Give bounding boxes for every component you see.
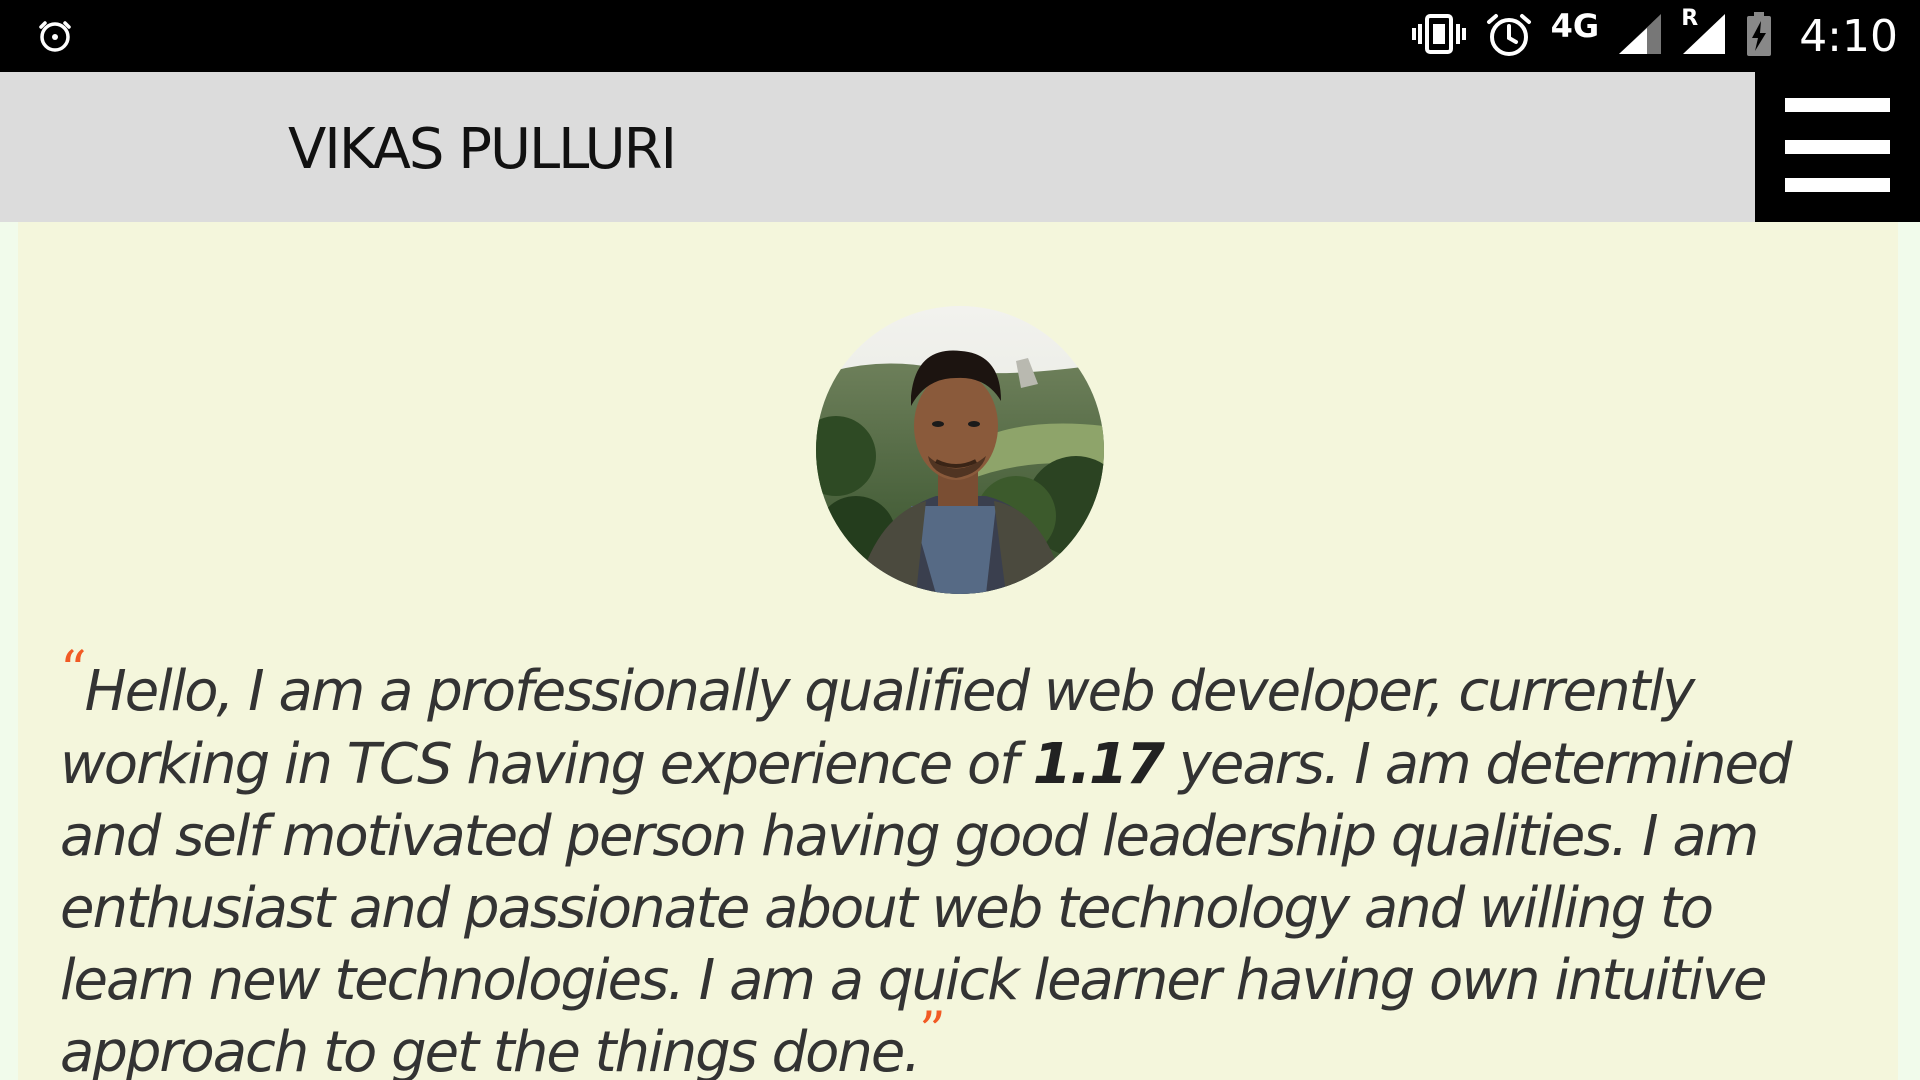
roaming-signal-icon: R [1681,6,1727,60]
app-screen: 4G R 4:10 VIKAS PULLURI “Hello, I am a p… [0,0,1920,1080]
alarm-clock-icon [1485,10,1533,62]
page-edge-right [1898,222,1920,1080]
page-edge-left [0,222,18,1080]
open-quote-mark: “ [60,641,87,701]
profile-photo [816,306,1104,594]
alarm-icon [36,16,74,54]
status-icons: 4G R 4:10 [1411,0,1898,72]
experience-years: 1.17 [1032,732,1165,797]
vibrate-icon [1411,12,1467,60]
signal-icon [1617,12,1663,60]
close-quote-mark: ” [919,1002,946,1062]
site-header: VIKAS PULLURI [0,72,1920,222]
site-title[interactable]: VIKAS PULLURI [288,122,677,178]
roaming-label: R [1681,6,1699,31]
status-bar: 4G R 4:10 [0,0,1920,72]
hamburger-menu-button[interactable] [1755,72,1920,222]
clock-time: 4:10 [1799,10,1898,62]
battery-charging-icon [1745,11,1773,61]
intro-paragraph: “Hello, I am a professionally qualified … [60,641,1860,1080]
network-type-label: 4G [1550,7,1600,45]
